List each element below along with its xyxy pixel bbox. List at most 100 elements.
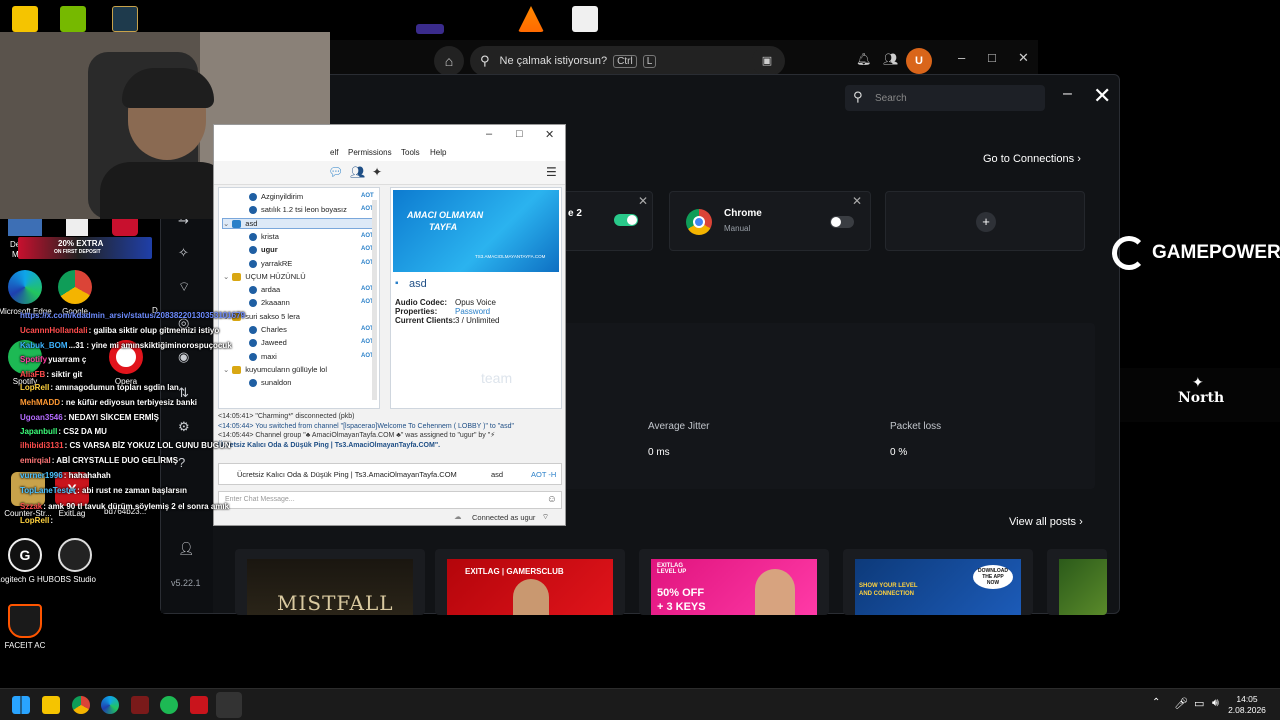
- edge-taskbar-icon[interactable]: [101, 696, 119, 714]
- ts-channel-row[interactable]: ⌄ UÇUM HÜZÜNLÜ: [223, 272, 306, 281]
- ts-client-row[interactable]: maxi: [249, 352, 277, 361]
- view-all-posts-link[interactable]: View all posts ›: [1009, 516, 1083, 528]
- maximize-icon[interactable]: □: [516, 128, 523, 140]
- post-card-4[interactable]: SHOW YOUR LEVEL AND CONNECTION DOWNLOAD …: [843, 549, 1033, 615]
- promo-banner[interactable]: 20% EXTRA ON FIRST DEPOSIT: [18, 237, 152, 259]
- ts-client-row[interactable]: ugur: [249, 245, 278, 255]
- bell-icon[interactable]: 🔔︎: [856, 52, 871, 66]
- friends-icon[interactable]: 👥︎: [883, 52, 898, 66]
- ts-client-row[interactable]: ardaa: [249, 285, 280, 295]
- desktop-chrome[interactable]: Google: [43, 270, 107, 316]
- browse-button[interactable]: ▣: [752, 46, 782, 76]
- ts-client-row[interactable]: Azginyildirim: [249, 192, 303, 202]
- minimize-icon[interactable]: –: [1063, 85, 1072, 103]
- ts-client-row[interactable]: sunaldon: [249, 378, 291, 388]
- wifi-icon[interactable]: ⌔: [178, 279, 190, 295]
- minimize-icon[interactable]: –: [486, 128, 492, 140]
- ts-chat-input[interactable]: Enter Chat Message... ☺: [218, 491, 562, 509]
- windows-start-icon[interactable]: [12, 696, 30, 714]
- post-card-3[interactable]: EXITLAG LEVEL UP 50% OFF + 3 KEYS: [639, 549, 829, 615]
- post-card-2[interactable]: EXITLAG | GAMERSCLUB: [435, 549, 625, 615]
- tree-item-label: Jaweed: [261, 338, 287, 348]
- chat-text: yuarram ç: [48, 355, 87, 364]
- vlc-icon[interactable]: [518, 6, 544, 32]
- bookmark-icon[interactable]: ✦: [372, 165, 382, 179]
- microphone-icon[interactable]: 🎤︎: [1174, 697, 1188, 710]
- menu-help[interactable]: Help: [430, 148, 446, 157]
- client-status-icon: [249, 206, 257, 215]
- chrome-taskbar-icon[interactable]: [72, 696, 90, 714]
- recorder-taskbar-icon[interactable]: [131, 696, 149, 714]
- emoji-icon[interactable]: ☺: [547, 494, 557, 505]
- avatar[interactable]: U: [906, 48, 932, 74]
- ts-channel-row[interactable]: ⌄ kuyumcuların güllüyle lol: [223, 365, 327, 374]
- desktop-obs[interactable]: OBS Studio: [43, 538, 107, 584]
- sidebar-icon-2[interactable]: ✧: [178, 245, 189, 261]
- desktop-faceit[interactable]: FACEIT AC: [0, 604, 57, 650]
- taskbar-clock[interactable]: 14:05 2.08.2026: [1224, 694, 1270, 716]
- view-all-posts-label: View all posts: [1009, 516, 1077, 528]
- server-banner: AMACI OLMAYAN TAYFA TS3.AMACIOLMAYANTAYF…: [393, 190, 559, 272]
- remove-card-icon[interactable]: ✕: [638, 194, 648, 208]
- help-icon[interactable]: ?: [178, 455, 185, 470]
- app-thumbnail-icon[interactable]: [416, 24, 444, 34]
- post-card-5[interactable]: [1047, 549, 1107, 615]
- chat-message: AliaFB: siktir git: [20, 370, 82, 379]
- close-icon[interactable]: ✕: [545, 128, 554, 141]
- client-status-icon: [249, 352, 257, 361]
- tree-item-label: kuyumcuların güllüyle lol: [245, 364, 328, 374]
- exitlag-taskbar-icon[interactable]: [190, 696, 208, 714]
- compass-icon: ✦: [1192, 374, 1204, 390]
- music-search-input[interactable]: ⚲ Ne çalmak istiyorsun? Ctrl L: [470, 46, 785, 76]
- globe-icon[interactable]: ◉: [178, 349, 189, 365]
- file-explorer-icon[interactable]: [42, 696, 60, 714]
- league-icon[interactable]: [112, 6, 138, 32]
- ts-client-row[interactable]: Charles: [249, 325, 287, 335]
- ts-info-panel: AMACI OLMAYAN TAYFA TS3.AMACIOLMAYANTAYF…: [390, 187, 562, 409]
- go-to-connections-link[interactable]: Go to Connections ›: [983, 153, 1081, 165]
- codec-value: Opus Voice: [455, 298, 496, 307]
- chat-bubble-icon[interactable]: 💬︎: [328, 165, 343, 179]
- teamspeak-taskbar-icon[interactable]: [216, 692, 242, 718]
- home-button[interactable]: ⌂: [434, 46, 464, 76]
- add-connection-card[interactable]: +: [885, 191, 1085, 251]
- shortcut-l: L: [642, 54, 657, 68]
- post-card-1[interactable]: MISTFALL: [235, 549, 425, 615]
- exitlag-search-input[interactable]: ⚲ Search: [845, 85, 1045, 111]
- close-icon[interactable]: ✕: [1093, 83, 1111, 109]
- chevron-up-icon[interactable]: ⌃: [1152, 697, 1160, 708]
- ts-channel-row[interactable]: ⌄ asd: [222, 217, 376, 229]
- minimize-icon[interactable]: –: [958, 50, 965, 65]
- tab-aot[interactable]: AOT -H: [531, 470, 556, 479]
- user-icon[interactable]: 👤︎: [178, 541, 195, 557]
- menu-self[interactable]: elf: [330, 148, 338, 157]
- tree-scrollbar[interactable]: [372, 200, 377, 400]
- menu-permissions[interactable]: Permissions: [348, 148, 392, 157]
- settings-icon[interactable]: ⚙: [178, 419, 190, 435]
- tab-asd[interactable]: asd: [491, 470, 503, 479]
- card2-toggle[interactable]: [830, 216, 854, 228]
- spotify-taskbar-icon[interactable]: [160, 696, 178, 714]
- jitter-header: Average Jitter: [648, 421, 710, 432]
- ts-client-row[interactable]: 2kaaann: [249, 298, 290, 308]
- document-icon[interactable]: [572, 6, 598, 32]
- ts-client-row[interactable]: satılık 1.2 tsi leon boyasız: [249, 205, 347, 215]
- card1-toggle[interactable]: [614, 214, 638, 226]
- chevron-down-icon: ⌄: [223, 364, 230, 374]
- menu-tools[interactable]: Tools: [401, 148, 420, 157]
- maximize-icon[interactable]: □: [988, 50, 996, 65]
- menu-icon[interactable]: ☰: [546, 165, 557, 179]
- nvidia-icon[interactable]: [60, 6, 86, 32]
- display-icon[interactable]: ▭: [1194, 697, 1204, 710]
- volume-icon[interactable]: 🔊︎: [1212, 697, 1219, 710]
- chat-message: vurner1996: hahahahah: [20, 471, 111, 480]
- ts-client-row[interactable]: krista: [249, 232, 279, 241]
- tab-server[interactable]: Ücretsiz Kalıcı Oda & Düşük Ping | Ts3.A…: [237, 470, 457, 479]
- ts-client-row[interactable]: yarrakRE: [249, 259, 292, 268]
- contacts-icon[interactable]: 👥︎: [350, 165, 365, 179]
- remove-card-icon[interactable]: ✕: [852, 194, 862, 208]
- close-icon[interactable]: ✕: [1018, 50, 1029, 66]
- folder-icon[interactable]: [12, 6, 38, 32]
- packet-loss-value: 0 %: [890, 447, 908, 458]
- ts-client-row[interactable]: Jaweed: [249, 338, 287, 348]
